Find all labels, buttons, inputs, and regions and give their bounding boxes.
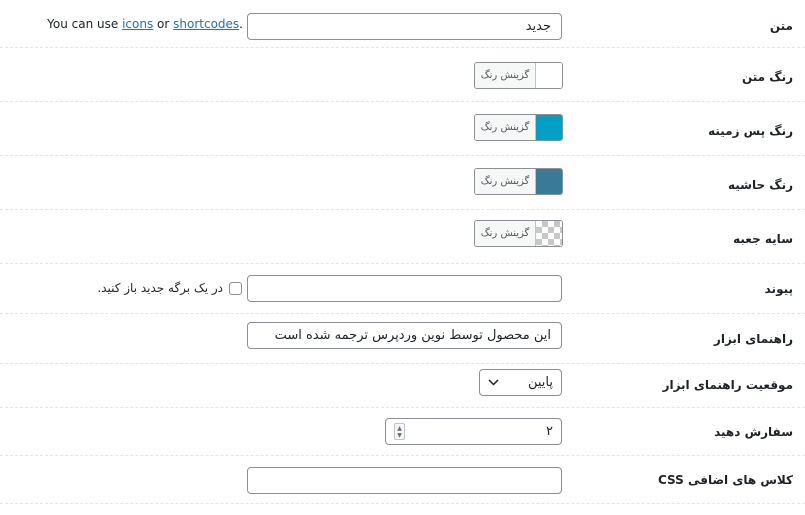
hint-or: or: [153, 17, 174, 31]
field-label-box-shadow: سایه جعبه: [733, 232, 793, 246]
field-row-css-class: کلاس های اضافی CSS: [0, 456, 805, 504]
field-row-text-color: رنگ متن گزینش رنگ: [0, 48, 805, 102]
new-tab-checkbox-label: در یک برگه جدید باز کنید.: [97, 281, 223, 295]
link-input[interactable]: [247, 275, 562, 302]
tooltip-position-select[interactable]: پایین: [479, 369, 562, 396]
background-color-picker-label: گزینش رنگ: [475, 115, 536, 140]
icons-link[interactable]: icons: [122, 17, 153, 31]
field-label-css-class: کلاس های اضافی CSS: [658, 473, 793, 487]
hint-prefix: You can use: [47, 17, 123, 31]
field-label-tooltip-position: موقعیت راهنمای ابزار: [662, 378, 793, 392]
order-value: ۲: [546, 424, 553, 439]
field-label-text: متن: [769, 19, 793, 33]
field-row-text: متن جدید You can use icons or shortcodes…: [0, 0, 805, 48]
field-label-background-color: رنگ پس زمینه: [708, 124, 793, 138]
number-spinner-icon[interactable]: ▲ ▼: [394, 423, 405, 440]
box-shadow-picker-label: گزینش رنگ: [475, 221, 536, 246]
field-row-border-color: رنگ حاشیه گزینش رنگ: [0, 156, 805, 210]
text-input[interactable]: جدید: [247, 13, 562, 40]
tooltip-input[interactable]: این محصول توسط نوین وردپرس ترجمه شده است: [247, 322, 562, 349]
text-color-picker-label: گزینش رنگ: [475, 63, 536, 88]
order-number-input[interactable]: ▲ ▼ ۲: [385, 418, 562, 445]
field-label-order: سفارش دهید: [714, 425, 793, 439]
hint-suffix: .: [239, 17, 243, 31]
field-label-link: پیوند: [764, 282, 793, 296]
text-color-picker-button[interactable]: گزینش رنگ: [474, 62, 563, 89]
field-row-tooltip: راهنمای ابزار این محصول توسط نوین وردپرس…: [0, 314, 805, 364]
field-label-tooltip: راهنمای ابزار: [713, 332, 793, 346]
new-tab-option[interactable]: در یک برگه جدید باز کنید.: [97, 281, 242, 295]
text-color-swatch: [536, 63, 562, 88]
box-shadow-transparent-swatch: [536, 221, 562, 246]
field-row-tooltip-position: موقعیت راهنمای ابزار پایین: [0, 364, 805, 408]
chevron-down-icon: [488, 379, 499, 386]
box-shadow-picker-button[interactable]: گزینش رنگ: [474, 220, 563, 247]
field-row-link: پیوند در یک برگه جدید باز کنید.: [0, 264, 805, 314]
field-label-border-color: رنگ حاشیه: [727, 178, 793, 192]
background-color-swatch: [536, 115, 562, 140]
field-row-box-shadow: سایه جعبه گزینش رنگ: [0, 210, 805, 264]
background-color-picker-button[interactable]: گزینش رنگ: [474, 114, 563, 141]
border-color-picker-button[interactable]: گزینش رنگ: [474, 168, 563, 195]
shortcodes-link[interactable]: shortcodes: [173, 17, 239, 31]
text-hint: You can use icons or shortcodes.: [47, 17, 243, 31]
field-row-order: سفارش دهید ▲ ▼ ۲: [0, 408, 805, 456]
css-class-input[interactable]: [247, 467, 562, 494]
new-tab-checkbox[interactable]: [229, 281, 242, 295]
border-color-swatch: [536, 169, 562, 194]
tooltip-position-value: پایین: [527, 375, 553, 390]
field-label-text-color: رنگ متن: [741, 70, 793, 84]
field-row-background-color: رنگ پس زمینه گزینش رنگ: [0, 102, 805, 156]
border-color-picker-label: گزینش رنگ: [475, 169, 536, 194]
